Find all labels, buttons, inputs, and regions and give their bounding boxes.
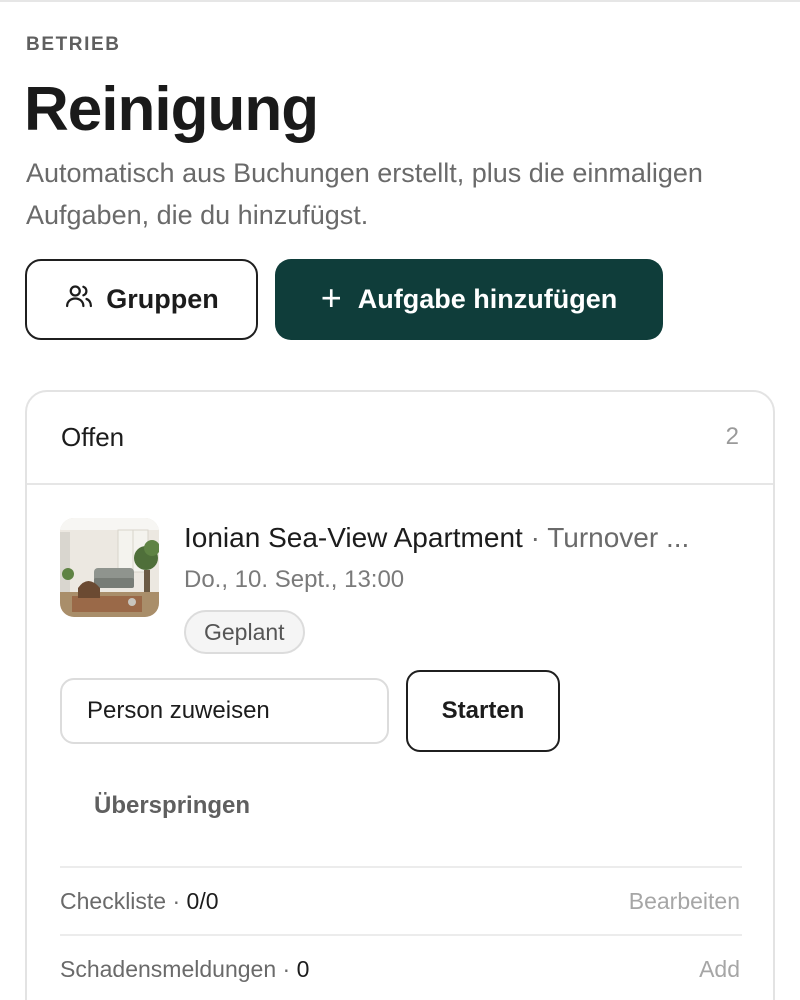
damage-value: 0 <box>296 956 310 982</box>
status-badge: Geplant <box>184 610 305 654</box>
card-title: Offen <box>61 422 125 452</box>
add-task-button[interactable]: + Aufgabe hinzufügen <box>275 259 663 340</box>
add-task-button-label: Aufgabe hinzufügen <box>357 284 618 314</box>
card-header: Offen 2 <box>27 392 773 485</box>
title-separator: · <box>522 522 548 553</box>
checklist-row-label: Checkliste · 0/0 <box>60 888 219 915</box>
groups-button-label: Gruppen <box>106 284 219 314</box>
page-title: Reinigung <box>24 75 319 144</box>
task-title[interactable]: Ionian Sea-View Apartment · Turnover ... <box>184 522 744 554</box>
page-subtitle: Automatisch aus Buchungen erstellt, plus… <box>26 158 703 230</box>
assign-person-select[interactable]: Person zuweisen <box>60 678 389 744</box>
checklist-edit-link[interactable]: Bearbeiten <box>629 888 740 915</box>
cleaning-page: BETRIEB Reinigung Automatisch aus Buchun… <box>0 0 800 1000</box>
damage-add-link[interactable]: Add <box>699 956 740 983</box>
property-thumbnail[interactable] <box>60 518 159 617</box>
row-divider <box>60 934 742 936</box>
plus-icon: + <box>320 276 342 318</box>
property-name: Ionian Sea-View Apartment <box>184 522 523 553</box>
damage-row-label: Schadensmeldungen · 0 <box>60 956 309 983</box>
task-datetime: Do., 10. Sept., 13:00 <box>184 566 405 593</box>
start-button[interactable]: Starten <box>406 670 560 752</box>
damage-label: Schadensmeldungen · <box>60 956 297 982</box>
top-divider <box>0 0 800 2</box>
checklist-value: 0/0 <box>186 888 219 914</box>
open-tasks-card: Offen 2 Ionian Sea-View Apartment · Turn… <box>25 390 775 1000</box>
row-divider <box>60 866 742 868</box>
section-eyebrow: BETRIEB <box>26 34 121 55</box>
skip-button[interactable]: Überspringen <box>94 792 250 820</box>
task-count: 2 <box>725 423 739 450</box>
task-type: Turnover ... <box>547 522 690 553</box>
groups-button[interactable]: Gruppen <box>25 259 258 340</box>
users-icon <box>64 281 94 318</box>
checklist-label: Checkliste · <box>60 888 187 914</box>
